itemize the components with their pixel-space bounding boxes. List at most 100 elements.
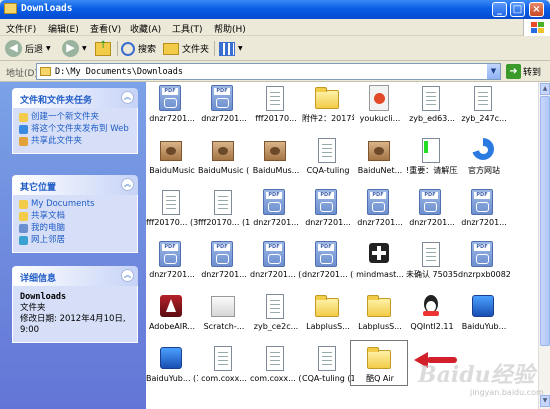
title-bar[interactable]: Downloads _ □ × <box>0 0 550 19</box>
minimize-button[interactable]: _ <box>492 2 507 17</box>
file-item[interactable]: PDF dnzr7201... <box>458 189 510 241</box>
file-item[interactable]: 未确认 750353.c... <box>406 241 458 293</box>
document-icon <box>315 345 339 373</box>
file-item[interactable]: BaiduYub... (1) <box>146 345 198 397</box>
file-label: dnzr7201... <box>357 218 403 227</box>
folders-icon <box>163 42 179 55</box>
package-icon <box>159 137 183 165</box>
pdf-icon: PDF <box>367 189 391 217</box>
file-label: fff20170... (3) <box>146 218 198 227</box>
forward-button[interactable]: ▶ ▼ <box>62 39 87 58</box>
pdf-icon: PDF <box>159 241 183 269</box>
collapse-icon[interactable]: ︽ <box>121 178 134 191</box>
scroll-up-icon[interactable]: ▲ <box>540 83 550 95</box>
up-folder-button[interactable]: ↑ <box>95 39 111 58</box>
search-button[interactable]: 搜索 <box>121 39 156 58</box>
file-item[interactable]: BaiduNet... <box>354 137 406 189</box>
file-item[interactable]: PDFdnzr7201... (2) <box>250 241 302 293</box>
file-item[interactable]: PDF dnzr7201... <box>354 189 406 241</box>
views-button[interactable]: ▼ <box>219 39 243 58</box>
file-item[interactable]: BaiduMus... <box>250 137 302 189</box>
menu-file[interactable]: 文件(F) <box>6 22 36 35</box>
file-item[interactable]: CQA-tuling <box>302 137 354 189</box>
publish-web-icon <box>19 125 28 134</box>
file-item[interactable]: !重要：请解压后再使用 <box>406 137 458 189</box>
file-item[interactable]: PDF dnzr7201... <box>250 189 302 241</box>
pdf-icon: PDF <box>315 241 339 269</box>
task-share-folder[interactable]: 共享此文件夹 <box>19 136 131 147</box>
file-item[interactable]: zyb_247c... <box>458 85 510 137</box>
task-publish-web[interactable]: 将这个文件夹发布到 Web <box>19 124 131 135</box>
file-item[interactable]: LabplusS... <box>302 293 354 345</box>
document-icon <box>159 189 183 217</box>
file-item[interactable]: PDF dnzr7201... <box>198 241 250 293</box>
file-item[interactable]: CQA-tuling (1) <box>302 345 354 397</box>
file-item[interactable]: PDF dnzr7201... <box>302 189 354 241</box>
file-item[interactable]: LabplusS... <box>354 293 406 345</box>
file-item[interactable]: youkucli... <box>354 85 406 137</box>
file-label: BaiduNet... <box>357 166 403 175</box>
file-item[interactable]: PDF dnzr7201... <box>146 85 198 137</box>
file-item[interactable]: PDF dnzr7201... <box>406 189 458 241</box>
task-new-folder[interactable]: 创建一个新文件夹 <box>19 112 131 123</box>
place-network[interactable]: 网上邻居 <box>19 235 131 246</box>
file-label: dnzr7201... <box>461 218 507 227</box>
close-button[interactable]: × <box>529 2 544 17</box>
menu-edit[interactable]: 编辑(E) <box>48 22 79 35</box>
file-item[interactable]: BaiduYub... <box>458 293 510 345</box>
back-button[interactable]: ◀ 后退 ▼ <box>5 39 51 58</box>
file-item[interactable]: mindmast... <box>354 241 406 293</box>
file-item[interactable]: fff20170... (1) <box>198 189 250 241</box>
scrollbar-thumb[interactable] <box>540 96 550 346</box>
menu-favorites[interactable]: 收藏(A) <box>130 22 161 35</box>
document-icon <box>471 85 495 113</box>
place-label: 共享文档 <box>31 211 66 221</box>
file-item[interactable]: PDF dnzrpxb0082 <box>458 241 510 293</box>
file-item[interactable]: zyb_ed63... <box>406 85 458 137</box>
file-item[interactable]: PDFdnzr7201... (3) <box>302 241 354 293</box>
go-button[interactable]: ➜ 转到 <box>506 64 541 79</box>
menu-help[interactable]: 帮助(H) <box>214 22 246 35</box>
file-item[interactable]: PDF dnzr7201... <box>146 241 198 293</box>
file-item[interactable]: fff20170... <box>250 85 302 137</box>
vertical-scrollbar[interactable]: ▲ ▼ <box>538 82 550 409</box>
task-pane: 文件和文件夹任务 ︽ 创建一个新文件夹 将这个文件夹发布到 Web 共享此文件夹 … <box>0 82 146 409</box>
address-dropdown-button[interactable]: ▼ <box>487 64 500 79</box>
menu-view[interactable]: 查看(V) <box>90 22 121 35</box>
file-item[interactable]: AdobeAIR... <box>146 293 198 345</box>
place-my-documents[interactable]: My Documents <box>19 199 131 210</box>
file-label: !重要：请解压后再使用 <box>406 166 458 175</box>
place-my-computer[interactable]: 我的电脑 <box>19 223 131 234</box>
blue-app-icon <box>159 345 183 373</box>
forward-arrow-icon: ▶ <box>62 40 79 57</box>
places-panel-title: 其它位置 <box>20 183 57 193</box>
details-panel-header[interactable]: 详细信息 ︽ <box>12 266 138 286</box>
file-item[interactable]: zyb_ce2c... <box>250 293 302 345</box>
file-item[interactable]: 附件2：2017年“和教... <box>302 85 354 137</box>
up-folder-icon: ↑ <box>95 40 111 56</box>
places-panel-header[interactable]: 其它位置 ︽ <box>12 175 138 195</box>
address-input[interactable]: D:\My Documents\Downloads ▼ <box>36 63 501 80</box>
file-item[interactable]: QQIntl2.11 <box>406 293 458 345</box>
address-path: D:\My Documents\Downloads <box>55 67 183 77</box>
tasks-panel-header[interactable]: 文件和文件夹任务 ︽ <box>12 88 138 108</box>
file-item[interactable]: fff20170... (3) <box>146 189 198 241</box>
file-item[interactable]: BaiduMusic <box>146 137 198 189</box>
menu-tools[interactable]: 工具(T) <box>172 22 203 35</box>
pdf-icon: PDF <box>471 189 495 217</box>
collapse-icon[interactable]: ︽ <box>121 269 134 282</box>
collapse-icon[interactable]: ︽ <box>121 91 134 104</box>
adobe-air-icon <box>159 293 183 321</box>
file-item[interactable]: BaiduMusic (1) <box>198 137 250 189</box>
file-label: CQA-tuling (1) <box>302 374 354 383</box>
file-label: fff20170... <box>255 114 297 123</box>
file-item[interactable]: Scratch-... <box>198 293 250 345</box>
file-item[interactable]: PDF dnzr7201... <box>198 85 250 137</box>
place-label: 我的电脑 <box>31 223 66 233</box>
file-item[interactable]: com.coxx... <box>198 345 250 397</box>
file-item[interactable]: com.coxx... (1).cpk <box>250 345 302 397</box>
place-shared-documents[interactable]: 共享文档 <box>19 211 131 222</box>
folders-button[interactable]: 文件夹 <box>163 39 209 58</box>
file-item[interactable]: 官方网站 <box>458 137 510 189</box>
maximize-button[interactable]: □ <box>510 2 525 17</box>
